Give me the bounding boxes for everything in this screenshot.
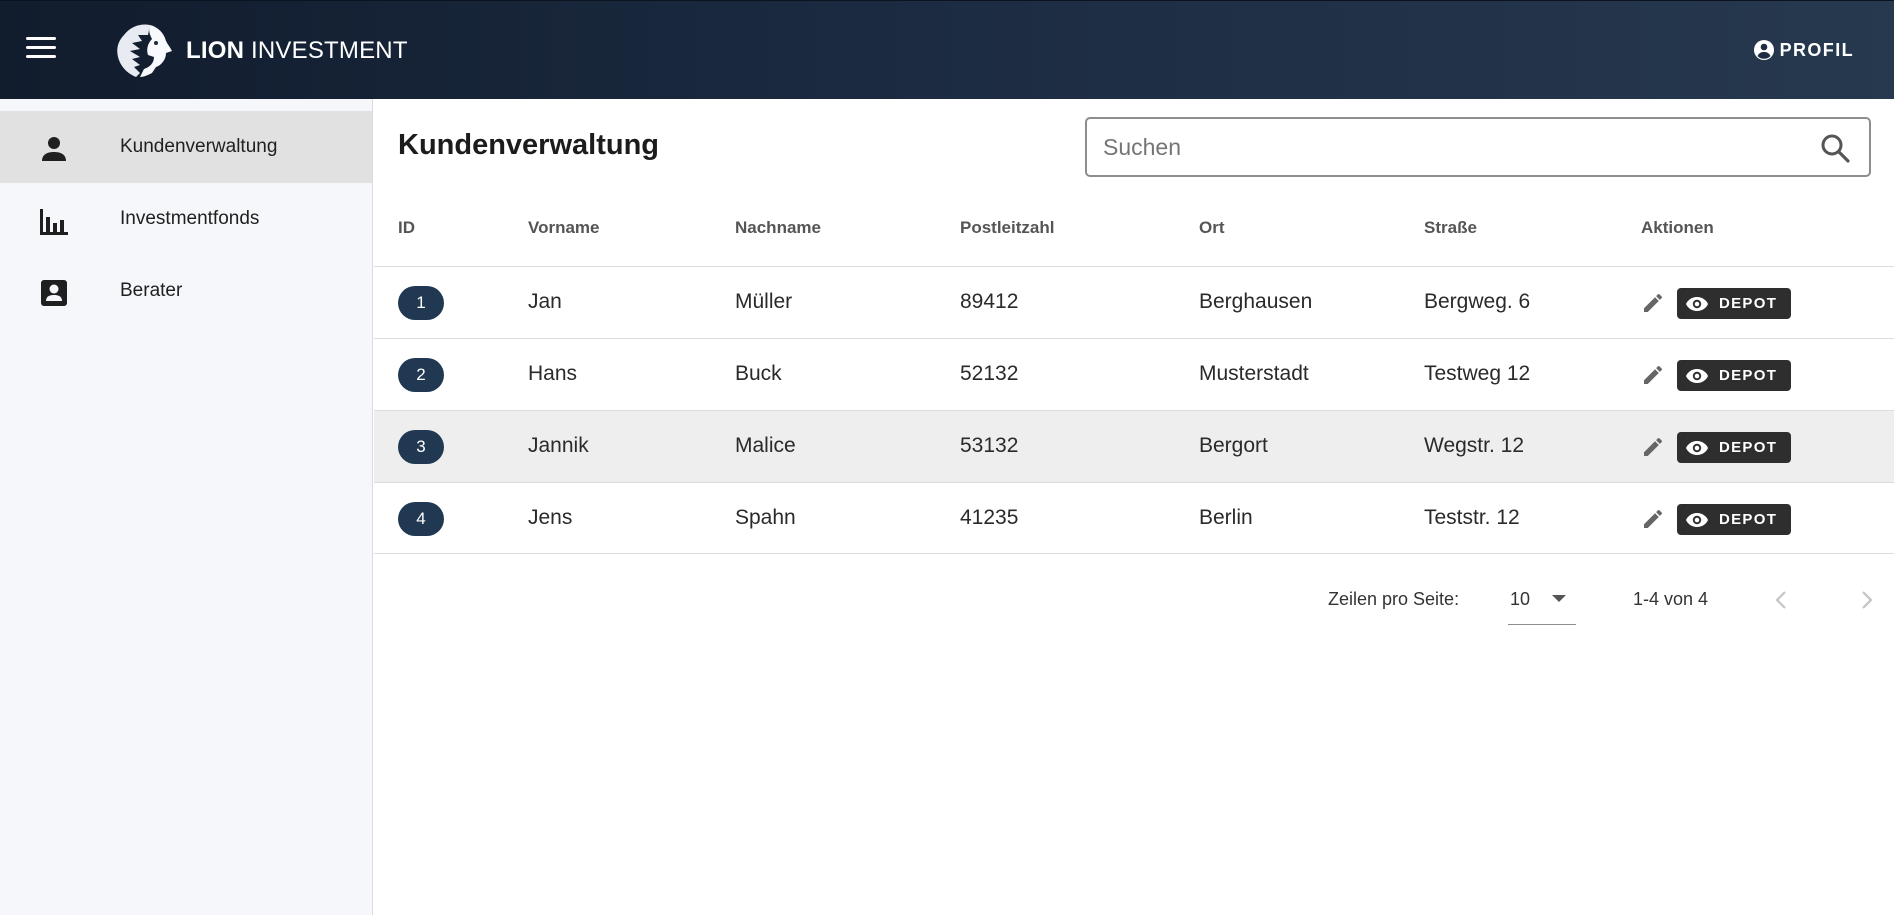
page-range: 1-4 von 4 — [1633, 589, 1709, 609]
profile-label: PROFIL — [1779, 39, 1854, 60]
column-header-aktionen: Aktionen — [1641, 218, 1714, 237]
sidebar-item-berater[interactable]: Berater — [0, 255, 372, 327]
table-row[interactable]: 4 Jens Spahn 41235 Berlin Teststr. 12 DE… — [374, 482, 1894, 554]
eye-icon — [1686, 440, 1708, 455]
app-header: LION INVESTMENT PROFIL — [0, 0, 1894, 99]
cell-postleitzahl: 53132 — [960, 434, 1019, 457]
table-row[interactable]: 3 Jannik Malice 53132 Bergort Wegstr. 12… — [374, 410, 1894, 482]
cell-ort: Bergort — [1199, 434, 1268, 457]
cell-vorname: Jannik — [528, 434, 589, 457]
brand-title: LION INVESTMENT — [186, 37, 408, 65]
cell-strasse: Testweg 12 — [1424, 362, 1531, 385]
bar-chart-icon — [40, 209, 68, 235]
cell-postleitzahl: 52132 — [960, 362, 1019, 385]
profile-button[interactable]: PROFIL — [1752, 38, 1854, 62]
eye-icon — [1686, 296, 1708, 311]
depot-button[interactable]: DEPOT — [1677, 288, 1791, 319]
search-input[interactable] — [1103, 131, 1793, 163]
cell-nachname: Buck — [735, 362, 782, 385]
cell-vorname: Jens — [528, 506, 573, 529]
depot-button[interactable]: DEPOT — [1677, 360, 1791, 391]
edit-pencil-icon[interactable] — [1641, 291, 1665, 315]
dropdown-caret-icon — [1552, 595, 1566, 602]
edit-pencil-icon[interactable] — [1641, 507, 1665, 531]
depot-label: DEPOT — [1719, 439, 1778, 456]
column-header-id[interactable]: ID — [398, 218, 415, 238]
cell-vorname: Hans — [528, 362, 578, 385]
pagination: Zeilen pro Seite: 10 1-4 von 4 — [374, 579, 1894, 639]
depot-label: DEPOT — [1719, 367, 1778, 384]
rows-per-page-label: Zeilen pro Seite: — [1328, 589, 1460, 609]
cell-strasse: Teststr. 12 — [1424, 506, 1520, 529]
contact-card-icon — [41, 280, 67, 306]
depot-button[interactable]: DEPOT — [1677, 432, 1791, 463]
sidebar-item-label: Kundenverwaltung — [120, 136, 278, 157]
edit-pencil-icon[interactable] — [1641, 435, 1665, 459]
edit-pencil-icon[interactable] — [1641, 363, 1665, 387]
column-header-nachname[interactable]: Nachname — [735, 218, 821, 238]
table-row[interactable]: 2 Hans Buck 52132 Musterstadt Testweg 12… — [374, 338, 1894, 410]
lion-logo — [117, 24, 172, 77]
depot-button[interactable]: DEPOT — [1677, 504, 1791, 535]
cell-vorname: Jan — [528, 290, 562, 313]
eye-icon — [1686, 368, 1708, 383]
rows-per-page-value: 10 — [1510, 589, 1531, 609]
brand-rest: INVESTMENT — [251, 37, 408, 64]
search-field[interactable] — [1085, 117, 1871, 177]
menu-icon[interactable] — [26, 37, 56, 61]
cell-nachname: Malice — [735, 434, 796, 457]
cell-strasse: Bergweg. 6 — [1424, 290, 1531, 313]
eye-icon — [1686, 512, 1708, 527]
cell-nachname: Müller — [735, 290, 793, 313]
cell-strasse: Wegstr. 12 — [1424, 434, 1524, 457]
sidebar: Kundenverwaltung Investmentfonds Berater — [0, 99, 373, 915]
cell-ort: Berlin — [1199, 506, 1253, 529]
cell-ort: Berghausen — [1199, 290, 1313, 313]
id-badge[interactable]: 4 — [398, 502, 444, 536]
column-header-vorname[interactable]: Vorname — [528, 218, 600, 238]
page-title: Kundenverwaltung — [398, 129, 660, 161]
depot-label: DEPOT — [1719, 295, 1778, 312]
rows-per-page-select[interactable]: 10 — [1508, 579, 1576, 625]
main-content: Kundenverwaltung ID Vorname Nachname Pos… — [374, 99, 1894, 915]
chevron-left-icon[interactable] — [1769, 587, 1795, 613]
chevron-right-icon[interactable] — [1853, 587, 1879, 613]
depot-label: DEPOT — [1719, 511, 1778, 528]
column-header-strasse[interactable]: Straße — [1424, 218, 1477, 238]
id-badge[interactable]: 2 — [398, 358, 444, 392]
column-header-postleitzahl[interactable]: Postleitzahl — [960, 218, 1054, 238]
cell-ort: Musterstadt — [1199, 362, 1309, 385]
id-badge[interactable]: 1 — [398, 286, 444, 320]
search-icon[interactable] — [1819, 132, 1851, 164]
column-header-ort[interactable]: Ort — [1199, 218, 1225, 238]
account-circle-icon — [1753, 40, 1774, 60]
brand-bold: LION — [186, 37, 245, 64]
sidebar-item-kundenverwaltung[interactable]: Kundenverwaltung — [0, 111, 372, 183]
cell-postleitzahl: 89412 — [960, 290, 1019, 313]
cell-postleitzahl: 41235 — [960, 506, 1019, 529]
sidebar-item-investmentfonds[interactable]: Investmentfonds — [0, 183, 372, 255]
sidebar-item-label: Investmentfonds — [120, 208, 260, 229]
table-row[interactable]: 1 Jan Müller 89412 Berghausen Bergweg. 6… — [374, 266, 1894, 338]
id-badge[interactable]: 3 — [398, 430, 444, 464]
sidebar-item-label: Berater — [120, 280, 183, 301]
cell-nachname: Spahn — [735, 506, 796, 529]
person-icon — [42, 137, 66, 161]
